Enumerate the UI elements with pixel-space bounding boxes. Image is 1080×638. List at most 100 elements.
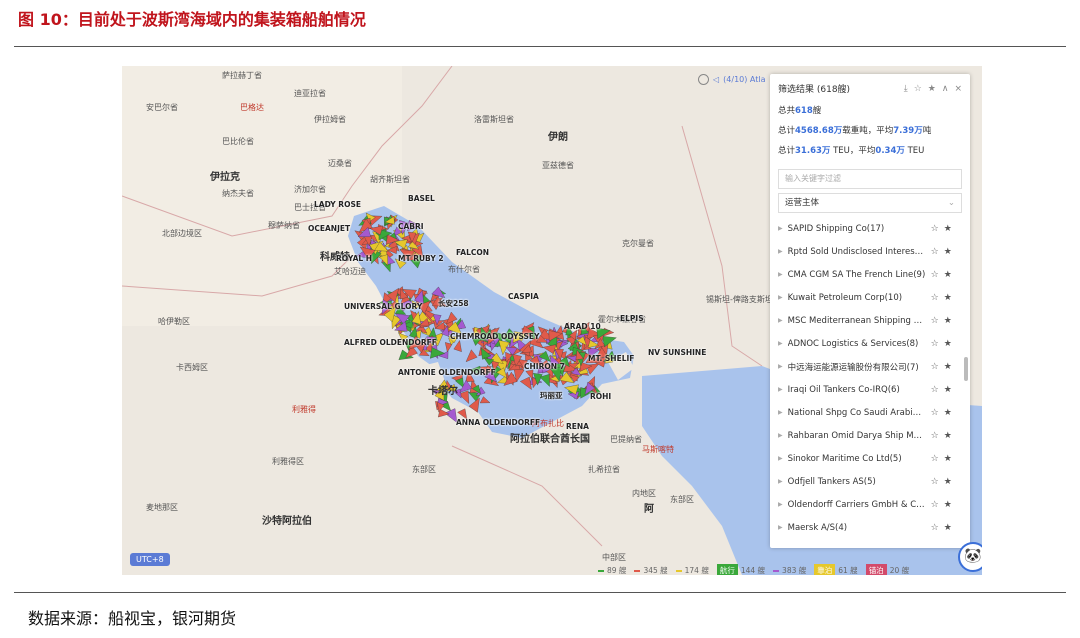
ship-name-label[interactable]: OCEANJET (308, 224, 350, 233)
star-outline-icon[interactable]: ☆ (931, 293, 939, 303)
panel-title: 筛选结果 (618艘) (778, 85, 851, 95)
star-outline-icon[interactable]: ☆ (931, 362, 939, 372)
ship-name-label[interactable]: MT. SHELIF (588, 354, 634, 363)
star-filled-icon[interactable]: ★ (944, 339, 952, 349)
operator-list-item[interactable]: ▶ Oldendorff Carriers GmbH & Co(5) ☆ ★ (770, 493, 970, 516)
map-legend: 89 艘 345 艘 174 艘航行 144 艘 383 艘靠泊 61 艘锚泊 20 艘 (598, 564, 914, 575)
star-filled-icon[interactable]: ★ (944, 408, 952, 418)
filter-results-panel[interactable]: 筛选结果 (618艘) ⤓ ☆ ★ ∧ × 总共618艘 总计4568.68万载重吨，平… (770, 74, 970, 548)
expand-triangle-icon[interactable]: ▶ (778, 455, 783, 462)
star-filled-icon[interactable]: ★ (944, 270, 952, 280)
expand-triangle-icon[interactable]: ▶ (778, 432, 783, 439)
expand-triangle-icon[interactable]: ▶ (778, 363, 783, 370)
download-icon[interactable]: ⤓ (904, 84, 908, 94)
ship-name-label[interactable]: CASPIA (508, 292, 539, 301)
star-filled-icon[interactable]: ★ (944, 431, 952, 441)
operator-list-item[interactable]: ▶ National Shpg Co Saudi Arabia(6) ☆ ★ (770, 401, 970, 424)
collapse-icon[interactable]: ∧ (942, 84, 949, 94)
operator-list-item[interactable]: ▶ Odfjell Tankers AS(5) ☆ ★ (770, 470, 970, 493)
expand-triangle-icon[interactable]: ▶ (778, 340, 783, 347)
close-icon[interactable]: × (954, 84, 962, 94)
ship-name-label[interactable]: CABRI (398, 222, 424, 231)
ship-name-label[interactable]: CHEMROAD ODYSSEY (450, 332, 539, 341)
star-outline-icon[interactable]: ☆ (931, 500, 939, 510)
star-outline-icon[interactable]: ☆ (931, 316, 939, 326)
ship-name-label[interactable]: ANNA OLDENDORFF (456, 418, 540, 427)
operator-list-item[interactable]: ▶ SAPID Shipping Co(17) ☆ ★ (770, 217, 970, 240)
assistant-avatar-icon[interactable]: 🐼 (958, 542, 982, 572)
star-filled-icon[interactable]: ★ (944, 293, 952, 303)
keyword-filter-input[interactable]: 输入关键字过滤 (778, 169, 962, 189)
expand-triangle-icon[interactable]: ▶ (778, 409, 783, 416)
operator-list-item[interactable]: ▶ Iraqi Oil Tankers Co-IRQ(6) ☆ ★ (770, 378, 970, 401)
expand-triangle-icon[interactable]: ▶ (778, 294, 783, 301)
star-filled-icon[interactable]: ★ (928, 84, 936, 94)
star-outline-icon[interactable]: ☆ (914, 84, 922, 94)
ship-name-label[interactable]: FALCON (456, 248, 489, 257)
ship-name-label[interactable]: LADY ROSE (314, 200, 361, 209)
operator-list-item[interactable]: ▶ Rptd Sold Undisclosed Interests(12) ☆ ★ (770, 240, 970, 263)
star-outline-icon[interactable]: ☆ (931, 385, 939, 395)
operator-list-item[interactable]: ▶ Rahbaran Omid Darya Ship Mgmt(5) ☆ ★ (770, 424, 970, 447)
star-filled-icon[interactable]: ★ (944, 523, 952, 533)
operator-list-item[interactable]: ▶ CMA CGM SA The French Line(9) ☆ ★ (770, 263, 970, 286)
operator-list-item[interactable]: ▶ ADNOC Logistics & Services(8) ☆ ★ (770, 332, 970, 355)
place-label: 中部区 (602, 553, 626, 562)
operator-list-item[interactable]: ▶ Sinokor Maritime Co Ltd(5) ☆ ★ (770, 447, 970, 470)
ship-name-label[interactable]: 长安258 (438, 298, 469, 309)
ship-name-label[interactable]: RENA (566, 422, 589, 431)
back-arrow-icon[interactable]: ◁ (713, 75, 719, 84)
star-outline-icon[interactable]: ☆ (931, 408, 939, 418)
star-filled-icon[interactable]: ★ (944, 385, 952, 395)
star-outline-icon[interactable]: ☆ (931, 431, 939, 441)
ship-name-label[interactable]: 玛丽亚 (540, 390, 563, 401)
star-outline-icon[interactable]: ☆ (931, 339, 939, 349)
ship-name-label[interactable]: ELPIS (620, 314, 644, 323)
star-filled-icon[interactable]: ★ (944, 316, 952, 326)
legend-count: 144 艘 (740, 566, 766, 575)
operator-list-item[interactable]: ▶ 中远海运能源运输股份有限公司(7) ☆ ★ (770, 355, 970, 378)
star-outline-icon[interactable]: ☆ (931, 270, 939, 280)
star-filled-icon[interactable]: ★ (944, 500, 952, 510)
star-filled-icon[interactable]: ★ (944, 477, 952, 487)
teu-stat: 总计31.63万 TEU，平均0.34万 TEU (778, 146, 925, 156)
ship-name-label[interactable]: CHIRON 7 (524, 362, 565, 371)
place-label: 阿拉伯联合酋长国 (510, 434, 590, 445)
operator-list-item[interactable]: ▶ Kuwait Petroleum Corp(10) ☆ ★ (770, 286, 970, 309)
star-filled-icon[interactable]: ★ (944, 362, 952, 372)
ship-name-label[interactable]: ROYAL H (336, 254, 372, 263)
operator-list[interactable]: ▶ SAPID Shipping Co(17) ☆ ★ ▶ Rptd Sold Undis… (770, 217, 970, 539)
expand-triangle-icon[interactable]: ▶ (778, 386, 783, 393)
star-filled-icon[interactable]: ★ (944, 224, 952, 234)
star-filled-icon[interactable]: ★ (944, 454, 952, 464)
star-outline-icon[interactable]: ☆ (931, 477, 939, 487)
place-label: 东部区 (670, 495, 694, 504)
expand-triangle-icon[interactable]: ▶ (778, 248, 783, 255)
expand-triangle-icon[interactable]: ▶ (778, 225, 783, 232)
ship-name-label[interactable]: ARAD 10 (564, 322, 601, 331)
star-outline-icon[interactable]: ☆ (931, 224, 939, 234)
expand-triangle-icon[interactable]: ▶ (778, 271, 783, 278)
scrollbar[interactable] (964, 357, 968, 381)
group-by-select[interactable]: 运营主体 ⌄ (778, 193, 962, 213)
expand-triangle-icon[interactable]: ▶ (778, 478, 783, 485)
map-view[interactable]: 萨拉赫丁省 迪亚拉省 安巴尔省 巴格达 伊拉姆省 洛雷斯坦省 伊朗 巴比伦省 迈桑省 亚兹德省 伊拉… (122, 66, 982, 575)
star-outline-icon[interactable]: ☆ (931, 247, 939, 257)
ship-name-label[interactable]: ALFRED OLDENDORFF (344, 338, 437, 347)
star-outline-icon[interactable]: ☆ (931, 454, 939, 464)
ship-name-label[interactable]: BASEL (408, 194, 435, 203)
ship-name-label[interactable]: NV SUNSHINE (648, 348, 706, 357)
expand-triangle-icon[interactable]: ▶ (778, 317, 783, 324)
ship-name-label[interactable]: UNIVERSAL GLORY (344, 302, 422, 311)
star-filled-icon[interactable]: ★ (944, 247, 952, 257)
expand-triangle-icon[interactable]: ▶ (778, 501, 783, 508)
operator-list-item[interactable]: ▶ MSC Mediterranean Shipping Co(9) ☆ ★ (770, 309, 970, 332)
ship-name-label[interactable]: MT RUBY 2 (398, 254, 444, 263)
star-outline-icon[interactable]: ☆ (931, 523, 939, 533)
operator-list-item[interactable]: ▶ Maersk A/S(4) ☆ ★ (770, 516, 970, 539)
ship-name-label[interactable]: ANTONIE OLDENDORFF (398, 368, 496, 377)
expand-triangle-icon[interactable]: ▶ (778, 524, 783, 531)
map-nav[interactable]: ◁ (4/10) Atla (698, 74, 766, 85)
ship-name-label[interactable]: ROHI (590, 392, 611, 401)
target-icon[interactable] (698, 74, 709, 85)
